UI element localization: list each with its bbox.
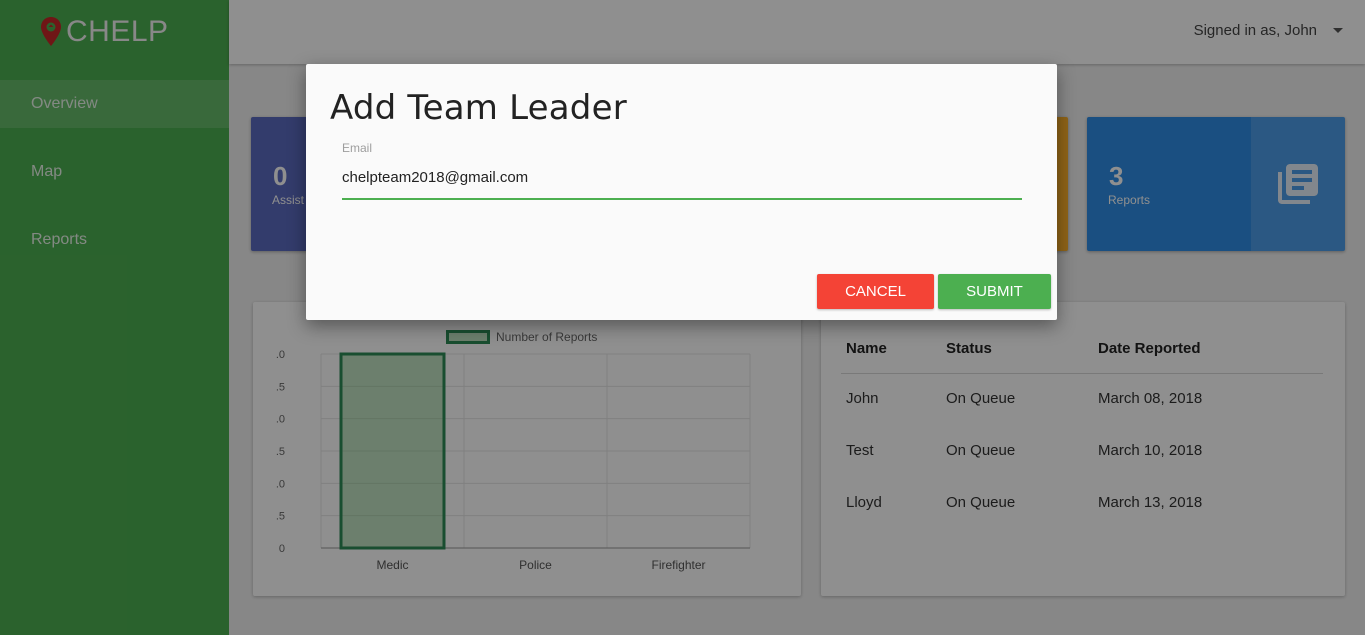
cancel-button[interactable]: CANCEL [817,274,934,309]
dialog-title: Add Team Leader [330,88,627,128]
add-team-leader-dialog: Add Team Leader Email CANCEL SUBMIT [306,64,1057,320]
email-label: Email [342,141,373,155]
submit-button[interactable]: SUBMIT [938,274,1051,309]
email-field[interactable] [342,162,1022,200]
